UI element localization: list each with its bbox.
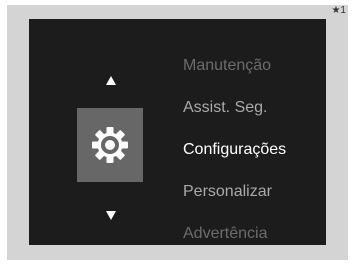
selected-item-tile[interactable] [77, 108, 143, 182]
menu-item-personalizar[interactable]: Personalizar [183, 183, 272, 201]
scroll-down-icon[interactable] [106, 211, 116, 220]
scroll-up-icon[interactable] [106, 76, 116, 85]
footnote-marker: ★1 [331, 5, 346, 16]
gear-icon [92, 127, 128, 163]
menu-item-advertencia[interactable]: Advertência [183, 225, 268, 243]
menu-item-assist-seg[interactable]: Assist. Seg. [183, 99, 267, 117]
display-screen: Manutenção Assist. Seg. Configurações Pe… [29, 19, 326, 245]
main-menu: Manutenção Assist. Seg. Configurações Pe… [183, 19, 326, 245]
menu-item-configuracoes[interactable]: Configurações [183, 141, 286, 159]
outer-frame: ★1 Manutenção Assist. Seg. Configurações… [7, 5, 348, 260]
menu-item-manutencao[interactable]: Manutenção [183, 57, 271, 75]
